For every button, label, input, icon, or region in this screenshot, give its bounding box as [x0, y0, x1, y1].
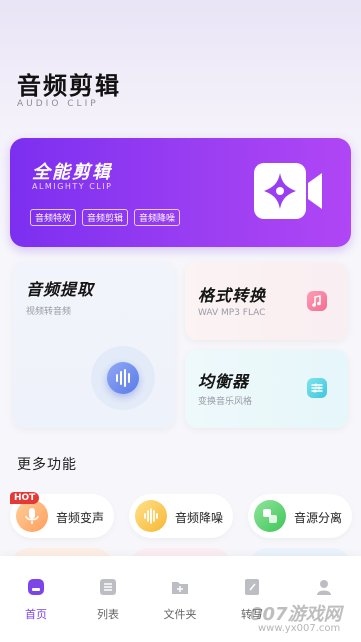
microphone-icon — [16, 500, 48, 532]
tag-audio-denoise: 音频降噪 — [134, 209, 181, 226]
format-convert-card[interactable]: 格式转换 WAV MP3 FLAC — [185, 262, 348, 340]
equalizer-title: 均衡器 — [198, 372, 250, 391]
almighty-clip-card[interactable]: 全能剪辑 ALMIGHTY CLIP 音频特效 音频剪辑 音频降噪 — [10, 138, 351, 247]
music-note-icon — [307, 291, 327, 311]
tab-folder-label: 文件夹 — [163, 608, 197, 621]
audio-extract-desc: 视频转音频 — [26, 307, 72, 317]
hero-title: 全能剪辑 — [32, 162, 112, 183]
source-separation-button[interactable]: 音源分离 — [248, 494, 352, 538]
waveform-icon — [135, 500, 167, 532]
home-icon — [28, 579, 44, 595]
edit-icon — [245, 579, 259, 595]
audio-wave-badge — [91, 346, 155, 410]
format-convert-title: 格式转换 — [198, 286, 267, 305]
equalizer-card[interactable]: 均衡器 变换音乐风格 — [185, 350, 348, 428]
audio-denoise-label: 音频降噪 — [175, 511, 224, 525]
voice-change-label: 音频变声 — [56, 511, 105, 525]
tag-audio-clip: 音频剪辑 — [82, 209, 129, 226]
audio-extract-title: 音频提取 — [26, 280, 95, 299]
split-icon — [254, 500, 286, 532]
audio-extract-card[interactable]: 音频提取 视频转音频 — [13, 262, 175, 428]
sliders-icon — [307, 378, 327, 398]
status-bar — [0, 0, 361, 22]
page-subtitle: AUDIO CLIP — [17, 99, 99, 109]
hero-tags: 音频特效 音频剪辑 音频降噪 — [30, 209, 181, 226]
audio-wave-icon — [116, 369, 130, 387]
source-separation-label: 音源分离 — [294, 511, 343, 525]
format-convert-desc: WAV MP3 FLAC — [198, 308, 266, 318]
video-clip-icon — [254, 163, 322, 219]
more-functions-title: 更多功能 — [17, 457, 77, 473]
folder-add-icon — [172, 582, 188, 594]
equalizer-desc: 变换音乐风格 — [198, 397, 253, 407]
tab-home-label: 首页 — [25, 608, 47, 621]
watermark-url: www.yx007.com — [258, 623, 341, 634]
tab-home[interactable]: 首页 — [0, 576, 72, 622]
page-title: 音频剪辑 — [17, 72, 121, 100]
hero-subtitle: ALMIGHTY CLIP — [32, 182, 113, 191]
list-icon — [100, 579, 116, 595]
tab-list-label: 列表 — [97, 608, 119, 621]
hot-badge: HOT — [10, 492, 40, 504]
tab-folder[interactable]: 文件夹 — [144, 576, 216, 622]
audio-denoise-button[interactable]: 音频降噪 — [129, 494, 233, 538]
tag-audio-effects: 音频特效 — [30, 209, 77, 226]
tab-list[interactable]: 列表 — [72, 576, 144, 622]
user-icon — [317, 580, 331, 595]
